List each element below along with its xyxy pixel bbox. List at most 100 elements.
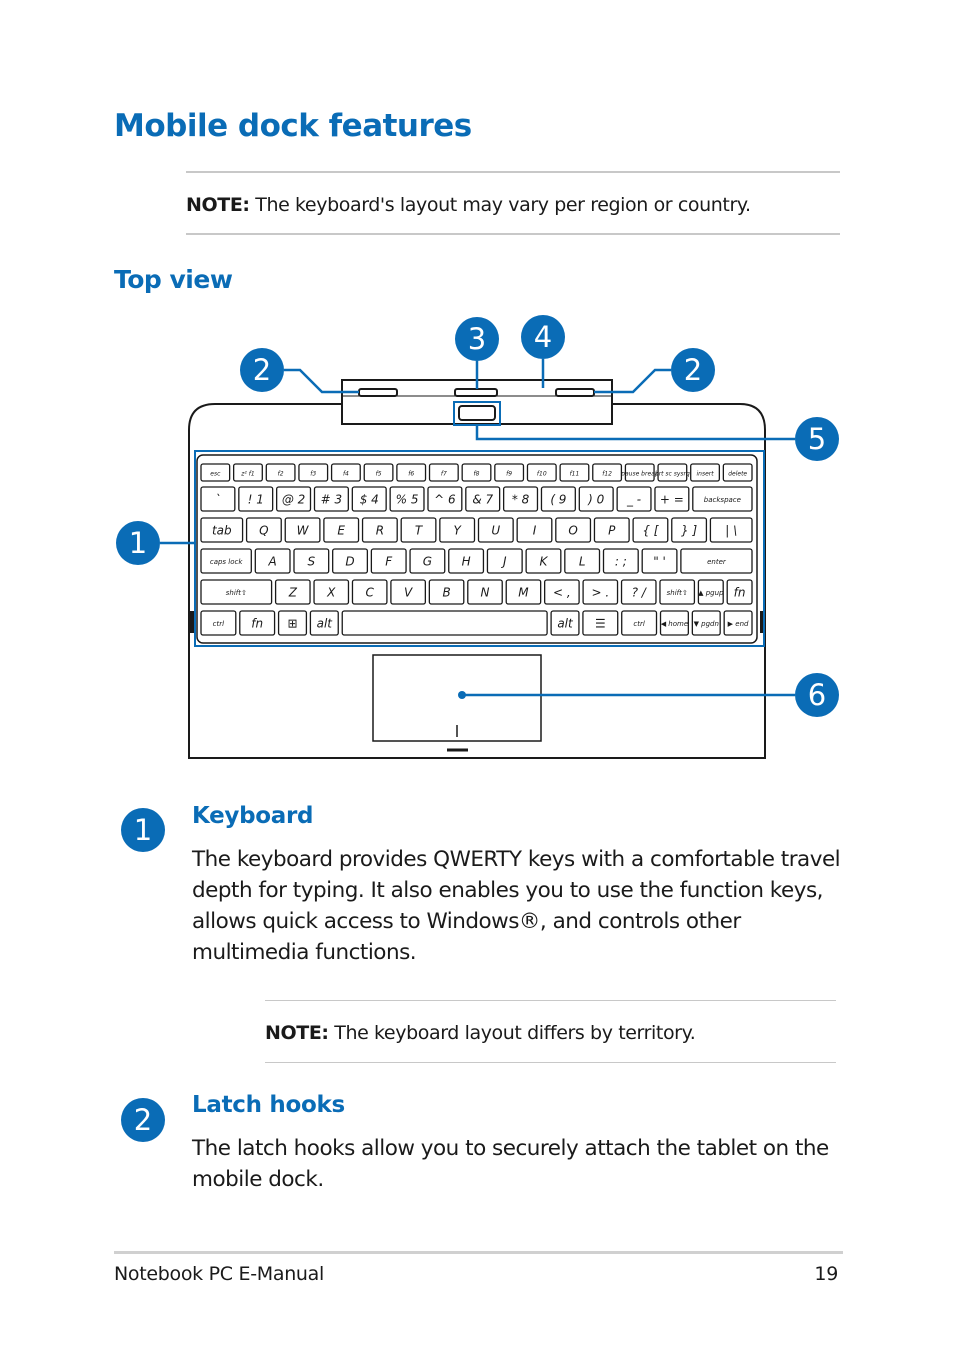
key-label: ▶ end: [728, 620, 749, 628]
key-label: * 8: [512, 493, 530, 507]
key: f8: [461, 463, 492, 482]
key: L: [564, 548, 601, 574]
key: ? /: [620, 579, 657, 605]
note-label: NOTE:: [186, 194, 250, 216]
key-label: M: [518, 586, 529, 600]
key: H: [448, 548, 485, 574]
key-label: C: [365, 586, 374, 600]
key: ▼ pgdn: [691, 610, 721, 636]
key-label: < ,: [553, 586, 571, 600]
key-label: alt: [317, 617, 334, 631]
svg-text:2: 2: [684, 353, 702, 387]
key: O: [555, 517, 592, 543]
divider: [186, 233, 840, 235]
section-title-latch-hooks: Latch hooks: [192, 1092, 345, 1118]
callout-6: 6: [795, 673, 839, 717]
key: " ': [641, 548, 678, 574]
svg-text:2: 2: [253, 353, 271, 387]
key: @ 2: [276, 486, 312, 512]
key-label: P: [608, 524, 616, 538]
key: A: [254, 548, 291, 574]
key: Q: [245, 517, 282, 543]
key-label: tab: [212, 524, 232, 538]
key: { [: [632, 517, 669, 543]
callout-2: 2: [240, 348, 284, 392]
note-top: NOTE: The keyboard's layout may vary per…: [186, 194, 751, 216]
key-label: N: [481, 586, 490, 600]
key: f2: [265, 463, 296, 482]
dock-diagram: esc z² f1 f2 f3 f4 f5 f6 f7 f8 f9 f10 f11 f12 pause b…: [116, 315, 839, 759]
key-label: + =: [660, 493, 684, 507]
key: insert: [690, 463, 721, 482]
key: ⊞: [277, 610, 308, 636]
key: % 5: [389, 486, 425, 512]
key-label: alt: [557, 617, 574, 631]
key: ▲ pgup: [697, 579, 724, 605]
key: > .: [582, 579, 619, 605]
key: E: [323, 517, 360, 543]
key: ! 1: [238, 486, 274, 512]
key: f3: [298, 463, 329, 482]
key-label: % 5: [396, 493, 419, 507]
key-label: D: [345, 555, 354, 569]
key-label: Q: [259, 524, 268, 538]
key-label: ☰: [595, 617, 606, 631]
key-label: f8: [474, 471, 480, 478]
key: G: [409, 548, 446, 574]
key-label: G: [423, 555, 432, 569]
key: f5: [363, 463, 394, 482]
key-label: H: [462, 555, 471, 569]
key-label: U: [491, 524, 500, 538]
key: R: [361, 517, 398, 543]
key-label: insert: [696, 471, 714, 478]
key-label: F: [385, 555, 393, 569]
key: f11: [559, 463, 590, 482]
section-number-badge: 1: [121, 808, 165, 852]
key: [341, 610, 548, 636]
key-label: delete: [728, 471, 747, 478]
key-label: ) 0: [587, 493, 604, 507]
key: f7: [428, 463, 459, 482]
key: caps lock: [200, 548, 252, 574]
key: shift⇧: [659, 579, 696, 605]
key-label: $ 4: [360, 493, 379, 507]
key: F: [370, 548, 407, 574]
key: f9: [494, 463, 525, 482]
subtitle: Top view: [114, 265, 233, 294]
key-label: ^ 6: [434, 493, 456, 507]
key-label: > .: [591, 586, 609, 600]
key-label: X: [326, 586, 336, 600]
key: J: [486, 548, 523, 574]
key: K: [525, 548, 562, 574]
key-label: ◀ home: [661, 620, 688, 628]
key-label: : ;: [615, 555, 627, 569]
key: ctrl: [621, 610, 658, 636]
key-label: z² f1: [240, 471, 254, 478]
key: T: [400, 517, 437, 543]
key: & 7: [465, 486, 501, 512]
key: N: [467, 579, 503, 605]
key-label: | \: [725, 524, 737, 538]
key-label: O: [568, 524, 577, 538]
key: backspace: [692, 486, 753, 512]
key: alt: [309, 610, 339, 636]
key-label: & 7: [472, 493, 493, 507]
key: : ;: [602, 548, 639, 574]
key-label: _ -: [626, 493, 641, 507]
key-label: { [: [642, 524, 659, 538]
key: fn: [726, 579, 753, 605]
key-label: A: [268, 555, 277, 569]
note-text: The keyboard's layout may vary per regio…: [249, 194, 751, 216]
key-label: ▼ pgdn: [694, 620, 719, 628]
key-label: ( 9: [550, 493, 566, 507]
key: V: [390, 579, 426, 605]
key: delete: [722, 463, 753, 482]
key: `: [200, 486, 236, 512]
key-label: W: [297, 524, 310, 538]
section-text-latch-hooks: The latch hooks allow you to securely at…: [192, 1136, 829, 1192]
keyboard-keys: esc z² f1 f2 f3 f4 f5 f6 f7 f8 f9 f10 f11 f12 pause b…: [200, 463, 753, 636]
key-label: f12: [602, 471, 612, 478]
key: ) 0: [578, 486, 614, 512]
key-label: ⊞: [287, 617, 297, 631]
key: ▶ end: [723, 610, 753, 636]
